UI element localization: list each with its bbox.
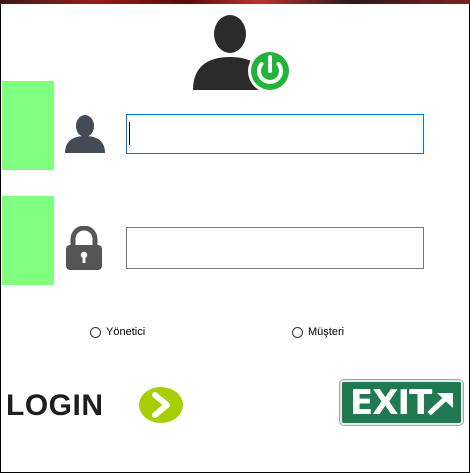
user-icon bbox=[65, 115, 105, 153]
user-power-logo-icon bbox=[193, 15, 292, 93]
arrow-up-right-icon bbox=[427, 393, 453, 416]
chevron-right-icon bbox=[139, 387, 183, 423]
password-input[interactable] bbox=[126, 227, 424, 269]
exit-button[interactable]: EXIT bbox=[339, 379, 464, 426]
password-side-block bbox=[2, 196, 54, 285]
role-label-admin: Yönetici bbox=[106, 326, 146, 338]
exit-label: EXIT bbox=[350, 383, 432, 423]
radio-circle[interactable] bbox=[90, 326, 101, 338]
role-radio-admin[interactable]: Yönetici bbox=[90, 326, 145, 338]
background-strip bbox=[0, 0, 470, 4]
login-label: LOGIN bbox=[6, 389, 104, 422]
radio-circle[interactable] bbox=[292, 326, 303, 338]
text-caret bbox=[129, 122, 130, 145]
login-button[interactable]: LOGIN bbox=[4, 385, 184, 427]
role-radio-customer[interactable]: Müşteri bbox=[292, 326, 344, 338]
lock-icon bbox=[66, 226, 102, 270]
username-side-block bbox=[2, 81, 54, 170]
role-label-customer: Müşteri bbox=[308, 326, 345, 338]
username-input[interactable] bbox=[126, 114, 424, 154]
